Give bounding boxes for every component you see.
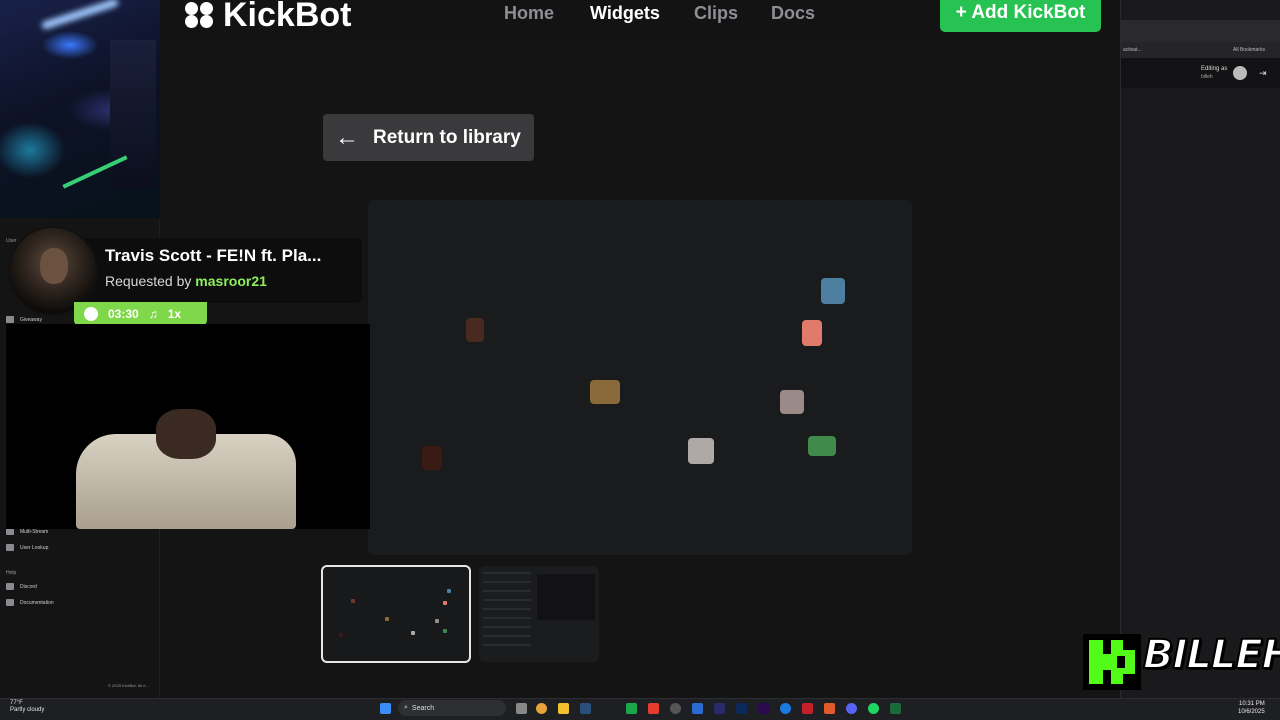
requester-name: masroor21	[195, 273, 267, 289]
app-icon[interactable]	[890, 703, 901, 714]
kickbot-logo-icon	[185, 1, 215, 30]
editing-user: billeh	[1201, 74, 1213, 80]
nav-link-clips[interactable]: Clips	[694, 3, 738, 24]
clock-time: 10:31 PM	[1239, 701, 1265, 707]
photoshop-icon[interactable]	[736, 703, 747, 714]
emote-sprite	[802, 320, 822, 346]
song-duration: 03:30	[108, 307, 139, 321]
emote-sprite	[688, 438, 714, 464]
song-info-badge: 03:30 ♫ 1x	[74, 302, 207, 326]
emote-sprite	[590, 380, 620, 404]
xbox-icon[interactable]	[626, 703, 637, 714]
browser-side-panel: activat... All Bookmarks Editing as bill…	[1120, 0, 1280, 700]
nav-link-docs[interactable]: Docs	[771, 3, 815, 24]
sidebar-item-discord[interactable]: Discord	[6, 583, 37, 590]
all-bookmarks-link[interactable]: All Bookmarks	[1233, 47, 1265, 53]
music-video	[6, 324, 370, 529]
emote-sprite	[821, 278, 845, 304]
weather-widget[interactable]: 77°F Partly cloudy	[10, 700, 44, 714]
clock-icon	[84, 307, 98, 321]
nav-link-widgets[interactable]: Widgets	[590, 3, 660, 24]
weather-desc: Partly cloudy	[10, 707, 45, 713]
system-clock[interactable]: 10:31 PM 10/6/2025	[1238, 700, 1265, 716]
steam-icon[interactable]	[580, 703, 591, 714]
windows-start-icon[interactable]	[380, 703, 391, 714]
widget-preview	[368, 200, 912, 555]
windows-taskbar	[0, 698, 1280, 720]
nav-link-home[interactable]: Home	[504, 3, 554, 24]
task-view-icon[interactable]	[516, 703, 527, 714]
sidebar-item-multistream[interactable]: Multi-Stream	[6, 528, 48, 535]
emote-sprite	[422, 446, 442, 470]
taskbar-search[interactable]: ⌕ Search	[398, 700, 506, 716]
music-note-icon: ♫	[148, 307, 158, 321]
app-icon[interactable]	[670, 703, 681, 714]
sidebar-section-help: Help	[6, 570, 17, 576]
premiere-icon[interactable]	[758, 703, 769, 714]
monitor-icon	[6, 528, 14, 535]
emote-sprite	[466, 318, 484, 342]
search-icon: ⌕	[404, 704, 408, 711]
search-label: Search	[411, 704, 435, 712]
request-count: 1x	[167, 307, 182, 321]
sidebar-footer: © 2025 KickBot. All ri...	[108, 683, 149, 688]
chrome-icon[interactable]	[536, 703, 547, 714]
sidebar-item-giveaway[interactable]: Giveaway	[6, 316, 42, 323]
brand-name: KickBot	[223, 0, 352, 34]
emote-sprite	[780, 390, 804, 414]
clock-date: 10/6/2025	[1238, 709, 1265, 715]
app-icon[interactable]	[802, 703, 813, 714]
gift-icon	[6, 316, 14, 323]
after-effects-icon[interactable]	[714, 703, 725, 714]
logout-icon[interactable]: ⇥	[1259, 68, 1267, 79]
app-icon[interactable]	[824, 703, 835, 714]
kick-logo	[1083, 634, 1141, 690]
file-explorer-icon[interactable]	[558, 703, 569, 714]
add-kickbot-button[interactable]: + Add KickBot	[940, 0, 1101, 32]
song-title: Travis Scott - FE!N ft. Pla...	[105, 246, 322, 265]
sidebar-item-userlookup[interactable]: User Lookup	[6, 544, 48, 551]
search-icon	[6, 544, 14, 551]
tab-text[interactable]: activat...	[1123, 47, 1142, 53]
return-to-library-button[interactable]: ← Return to library	[323, 114, 534, 161]
bookmarks-bar: activat... All Bookmarks	[1121, 42, 1280, 58]
preview-thumbnail-2[interactable]	[479, 566, 599, 662]
discord-icon	[6, 583, 14, 590]
webcam-feed	[0, 0, 160, 218]
app-icon[interactable]	[780, 703, 791, 714]
preview-thumbnail-1[interactable]	[321, 565, 471, 663]
app-icon[interactable]	[692, 703, 703, 714]
requested-by: Requested by masroor21	[105, 273, 267, 289]
brand-logo[interactable]: KickBot	[185, 0, 351, 35]
book-icon	[6, 599, 14, 606]
editing-as-bar: Editing as billeh ⇥	[1121, 58, 1280, 88]
sidebar-item-documentation[interactable]: Documentation	[6, 599, 54, 606]
discord-icon[interactable]	[846, 703, 857, 714]
avatar[interactable]	[1233, 66, 1247, 80]
emote-sprite	[808, 436, 836, 456]
editing-as-label: Editing as	[1201, 66, 1228, 72]
streamer-logo: BILLEH	[1142, 631, 1280, 679]
arrow-left-icon: ←	[335, 123, 359, 151]
return-label: Return to library	[373, 126, 521, 148]
browser-toolbar	[1121, 20, 1280, 42]
spotify-icon[interactable]	[868, 703, 879, 714]
weather-temp: 77°F	[10, 700, 23, 706]
app-icon[interactable]	[648, 703, 659, 714]
